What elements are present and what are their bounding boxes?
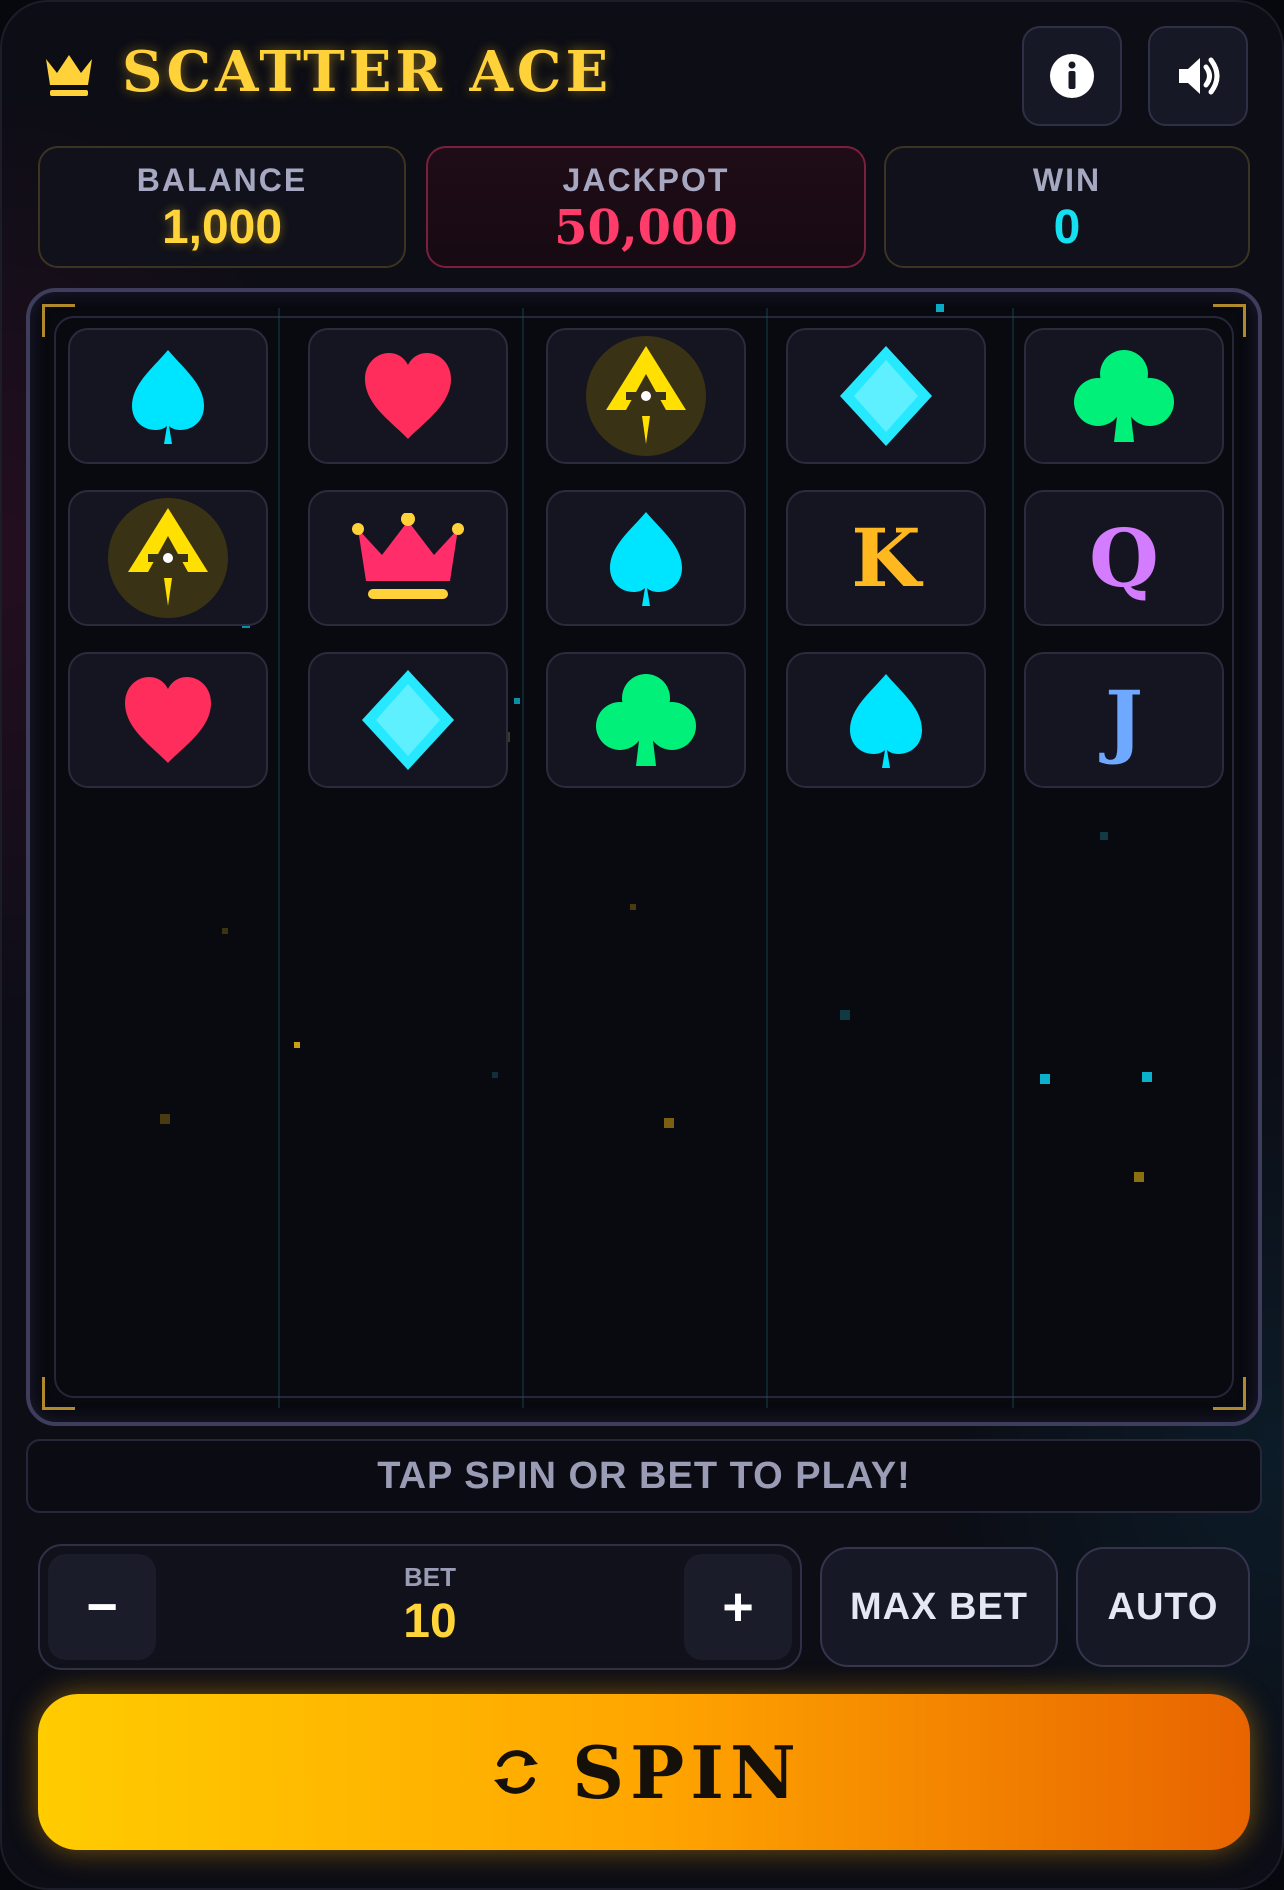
increase-bet-button[interactable]: + bbox=[684, 1554, 792, 1660]
spade-icon bbox=[850, 674, 922, 768]
reel-cell-spade bbox=[68, 328, 268, 464]
reel-cell-spade bbox=[786, 652, 986, 788]
spade-icon bbox=[610, 512, 682, 606]
diamond-icon bbox=[362, 670, 454, 770]
reel-cell-king: K bbox=[786, 490, 986, 626]
auto-spin-button[interactable]: AUTO bbox=[1076, 1547, 1250, 1667]
jackpot-value: 50,000 bbox=[554, 200, 738, 256]
jackpot-label: JACKPOT bbox=[562, 162, 730, 198]
bet-control: − BET 10 + bbox=[38, 1544, 802, 1670]
spin-label: SPIN bbox=[572, 1729, 802, 1815]
reel-cell-ace-scatter bbox=[68, 490, 268, 626]
game-title: SCATTER ACE bbox=[122, 39, 613, 105]
game-frame: SCATTER ACE BALANCE 1,000 JACKPOT 50,000… bbox=[0, 0, 1284, 1890]
sparkle-particle bbox=[294, 1042, 300, 1048]
ace-scatter-icon bbox=[108, 498, 228, 618]
reel-cell-ace-scatter bbox=[546, 328, 746, 464]
corner-ornament bbox=[42, 304, 75, 337]
heart-icon bbox=[365, 353, 451, 439]
spin-button[interactable]: SPIN bbox=[38, 1694, 1250, 1850]
reel-cell-diamond bbox=[786, 328, 986, 464]
reels-area: K Q J bbox=[26, 288, 1262, 1426]
sparkle-particle bbox=[1134, 1172, 1144, 1182]
king-symbol: K bbox=[851, 511, 921, 605]
reel-divider bbox=[278, 308, 280, 1408]
win-label: WIN bbox=[1032, 162, 1102, 198]
sparkle-particle bbox=[222, 928, 228, 934]
reel-cell-club bbox=[546, 652, 746, 788]
sparkle-particle bbox=[630, 904, 636, 910]
reel-cell-heart bbox=[68, 652, 268, 788]
sparkle-particle bbox=[840, 1010, 850, 1020]
sparkle-particle bbox=[664, 1118, 674, 1128]
sparkle-particle bbox=[936, 304, 944, 312]
max-bet-button[interactable]: MAX BET bbox=[820, 1547, 1058, 1667]
balance-label: BALANCE bbox=[136, 162, 308, 198]
reel-cell-crown bbox=[308, 490, 508, 626]
reel-cell-diamond bbox=[308, 652, 508, 788]
jackpot-panel: JACKPOT 50,000 bbox=[426, 146, 866, 268]
status-message: TAP SPIN OR BET TO PLAY! bbox=[26, 1439, 1262, 1513]
corner-ornament bbox=[42, 1377, 75, 1410]
reels-inner-frame bbox=[54, 316, 1234, 1398]
sparkle-particle bbox=[492, 1072, 498, 1078]
reel-cell-club bbox=[1024, 328, 1224, 464]
reel-divider bbox=[766, 308, 768, 1408]
info-button[interactable] bbox=[1022, 26, 1122, 126]
balance-panel: BALANCE 1,000 bbox=[38, 146, 406, 268]
sparkle-particle bbox=[1040, 1074, 1050, 1084]
info-icon bbox=[1050, 54, 1094, 98]
jack-symbol: J bbox=[1105, 673, 1143, 767]
crown-icon bbox=[46, 55, 92, 96]
ace-scatter-icon bbox=[586, 336, 706, 456]
sparkle-particle bbox=[514, 698, 520, 704]
reel-cell-heart bbox=[308, 328, 508, 464]
reel-cell-jack: J bbox=[1024, 652, 1224, 788]
queen-symbol: Q bbox=[1089, 511, 1159, 605]
sparkle-particle bbox=[160, 1114, 170, 1124]
reel-cell-queen: Q bbox=[1024, 490, 1224, 626]
speaker-icon bbox=[1179, 57, 1220, 95]
crown-icon bbox=[352, 513, 464, 599]
game-header: SCATTER ACE bbox=[42, 36, 612, 108]
reel-divider bbox=[1012, 308, 1014, 1408]
win-value: 0 bbox=[1053, 201, 1081, 254]
win-panel: WIN 0 bbox=[884, 146, 1250, 268]
corner-ornament bbox=[1213, 304, 1246, 337]
heart-icon bbox=[125, 677, 211, 763]
sparkle-particle bbox=[1142, 1072, 1152, 1082]
sound-button[interactable] bbox=[1148, 26, 1248, 126]
sparkle-particle bbox=[1100, 832, 1108, 840]
refresh-icon bbox=[494, 1750, 539, 1794]
reel-cell-spade bbox=[546, 490, 746, 626]
balance-value: 1,000 bbox=[161, 201, 283, 254]
diamond-icon bbox=[840, 346, 932, 446]
spade-icon bbox=[132, 350, 204, 444]
reel-divider bbox=[522, 308, 524, 1408]
club-icon bbox=[596, 674, 696, 766]
club-icon bbox=[1074, 350, 1174, 442]
corner-ornament bbox=[1213, 1377, 1246, 1410]
